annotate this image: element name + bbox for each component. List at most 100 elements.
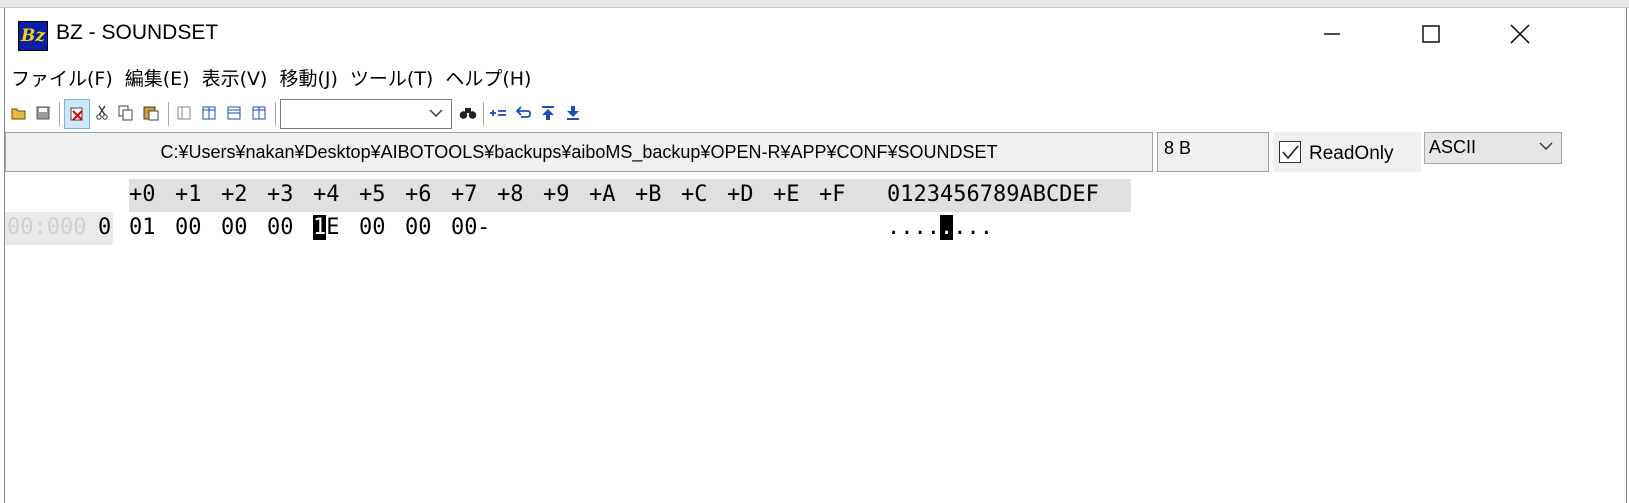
view-single-button[interactable] bbox=[173, 102, 195, 124]
search-combo[interactable] bbox=[280, 99, 452, 129]
delete-button[interactable] bbox=[64, 99, 90, 129]
file-size-display: 8 B bbox=[1157, 132, 1269, 172]
readonly-checkbox[interactable] bbox=[1279, 141, 1301, 163]
paste-button[interactable] bbox=[140, 102, 162, 124]
hex-byte-cursor[interactable]: 1E bbox=[313, 215, 340, 240]
encoding-select[interactable]: ASCII bbox=[1424, 132, 1562, 164]
menu-bar: ファイル(F) 編集(E) 表示(V) 移動(J) ツール(T) ヘルプ(H) bbox=[5, 64, 537, 94]
menu-tools[interactable]: ツール(T) bbox=[344, 64, 439, 94]
copy-icon bbox=[118, 105, 133, 121]
maximize-icon bbox=[1422, 25, 1440, 43]
minimize-icon bbox=[1324, 33, 1340, 35]
menu-jump[interactable]: 移動(J) bbox=[273, 64, 343, 94]
toolbar-separator bbox=[275, 102, 276, 126]
bz-app-icon: Bz bbox=[18, 21, 48, 51]
cut-button[interactable] bbox=[91, 102, 113, 124]
hex-column-label: +7 bbox=[451, 182, 478, 207]
file-path-text: C:¥Users¥nakan¥Desktop¥AIBOTOOLS¥backups… bbox=[160, 141, 998, 162]
hex-view[interactable]: +0 +1 +2 +3 +4 +5 +6 +7 +8 +9 +A +B +C +… bbox=[5, 174, 1626, 503]
window-title: BZ - SOUNDSET bbox=[56, 21, 219, 44]
back-icon bbox=[515, 106, 531, 118]
readonly-toggle[interactable]: ReadOnly bbox=[1273, 132, 1421, 172]
hex-byte[interactable]: 00 bbox=[267, 215, 294, 240]
back-button[interactable] bbox=[512, 102, 534, 124]
find-icon bbox=[459, 108, 477, 119]
row-address: 00:000 0 bbox=[5, 212, 113, 245]
title-bar[interactable]: Bz BZ - SOUNDSET bbox=[5, 8, 1626, 60]
add-bookmark-button[interactable] bbox=[487, 102, 509, 124]
jump-top-button[interactable] bbox=[537, 102, 559, 124]
hex-column-label: +E bbox=[773, 182, 800, 207]
jump-bottom-icon bbox=[567, 106, 579, 120]
row-address-prefix: 00:000 bbox=[7, 215, 87, 240]
hex-cursor-nibble: 1 bbox=[313, 215, 327, 240]
hex-byte[interactable]: 00 bbox=[451, 215, 478, 240]
close-icon bbox=[1510, 24, 1530, 44]
hex-column-label: +1 bbox=[175, 182, 202, 207]
paste-icon bbox=[143, 106, 159, 121]
menu-edit[interactable]: 編集(E) bbox=[119, 64, 196, 94]
save-icon bbox=[36, 106, 50, 120]
view-split-compare-icon bbox=[252, 106, 266, 120]
view-single-icon bbox=[177, 106, 191, 120]
menu-file[interactable]: ファイル(F) bbox=[5, 64, 119, 94]
toolbar-separator bbox=[59, 102, 60, 126]
minimize-button[interactable] bbox=[1301, 8, 1363, 60]
hex-column-label: +A bbox=[589, 182, 616, 207]
view-split-horizontal-icon bbox=[227, 106, 241, 120]
hex-column-label: +6 bbox=[405, 182, 432, 207]
add-bookmark-icon bbox=[490, 110, 506, 116]
chevron-down-icon bbox=[429, 109, 443, 117]
save-button[interactable] bbox=[32, 102, 54, 124]
close-button[interactable] bbox=[1489, 8, 1551, 60]
hex-byte[interactable]: 00 bbox=[221, 215, 248, 240]
toolbar bbox=[5, 96, 1626, 136]
hex-byte[interactable]: 01 bbox=[129, 215, 156, 240]
ascii-cursor: . bbox=[939, 215, 954, 240]
hex-column-label: +4 bbox=[313, 182, 340, 207]
hex-column-label: +2 bbox=[221, 182, 248, 207]
menu-help[interactable]: ヘルプ(H) bbox=[439, 64, 537, 94]
hex-byte[interactable]: 00 bbox=[359, 215, 386, 240]
open-button[interactable] bbox=[8, 102, 30, 124]
file-path-display: C:¥Users¥nakan¥Desktop¥AIBOTOOLS¥backups… bbox=[5, 132, 1153, 172]
toolbar-separator bbox=[168, 102, 169, 126]
checkmark-icon bbox=[1282, 145, 1299, 160]
chevron-down-icon bbox=[1539, 142, 1553, 150]
ascii-text: .... bbox=[887, 215, 940, 240]
readonly-label: ReadOnly bbox=[1309, 143, 1394, 164]
row-address-suffix: 0 bbox=[98, 215, 112, 240]
background-window-strip bbox=[0, 0, 1629, 8]
copy-button[interactable] bbox=[115, 102, 137, 124]
hex-column-label: +B bbox=[635, 182, 662, 207]
maximize-button[interactable] bbox=[1400, 8, 1462, 60]
open-icon bbox=[11, 108, 26, 120]
encoding-value: ASCII bbox=[1429, 137, 1477, 157]
toolbar-separator bbox=[483, 102, 484, 126]
hex-column-label: +5 bbox=[359, 182, 386, 207]
view-split-vertical-button[interactable] bbox=[198, 102, 220, 124]
hex-row-terminator: - bbox=[477, 215, 491, 240]
hex-column-label: +0 bbox=[129, 182, 156, 207]
file-size-text: 8 B bbox=[1164, 138, 1192, 158]
ascii-column-header: 0123456789ABCDEF bbox=[887, 182, 1099, 207]
bz-window: Bz BZ - SOUNDSET ファイル(F) 編集(E) 表示(V) 移動(… bbox=[4, 8, 1627, 503]
hex-column-label: +8 bbox=[497, 182, 524, 207]
hex-column-label: +9 bbox=[543, 182, 570, 207]
hex-column-label: +C bbox=[681, 182, 708, 207]
hex-byte[interactable]: 00 bbox=[405, 215, 432, 240]
ascii-row[interactable]: ........ bbox=[887, 215, 993, 240]
ascii-text: ... bbox=[953, 215, 993, 240]
hex-column-label: +D bbox=[727, 182, 754, 207]
find-button[interactable] bbox=[457, 102, 479, 124]
hex-byte[interactable]: 00 bbox=[175, 215, 202, 240]
cut-icon bbox=[96, 105, 108, 120]
view-split-horizontal-button[interactable] bbox=[223, 102, 245, 124]
view-split-compare-button[interactable] bbox=[248, 102, 270, 124]
jump-bottom-button[interactable] bbox=[562, 102, 584, 124]
jump-top-icon bbox=[542, 106, 554, 120]
hex-column-label: +3 bbox=[267, 182, 294, 207]
menu-view[interactable]: 表示(V) bbox=[196, 64, 274, 94]
delete-icon bbox=[70, 107, 83, 121]
hex-column-header: +0 +1 +2 +3 +4 +5 +6 +7 +8 +9 +A +B +C +… bbox=[129, 179, 1131, 212]
